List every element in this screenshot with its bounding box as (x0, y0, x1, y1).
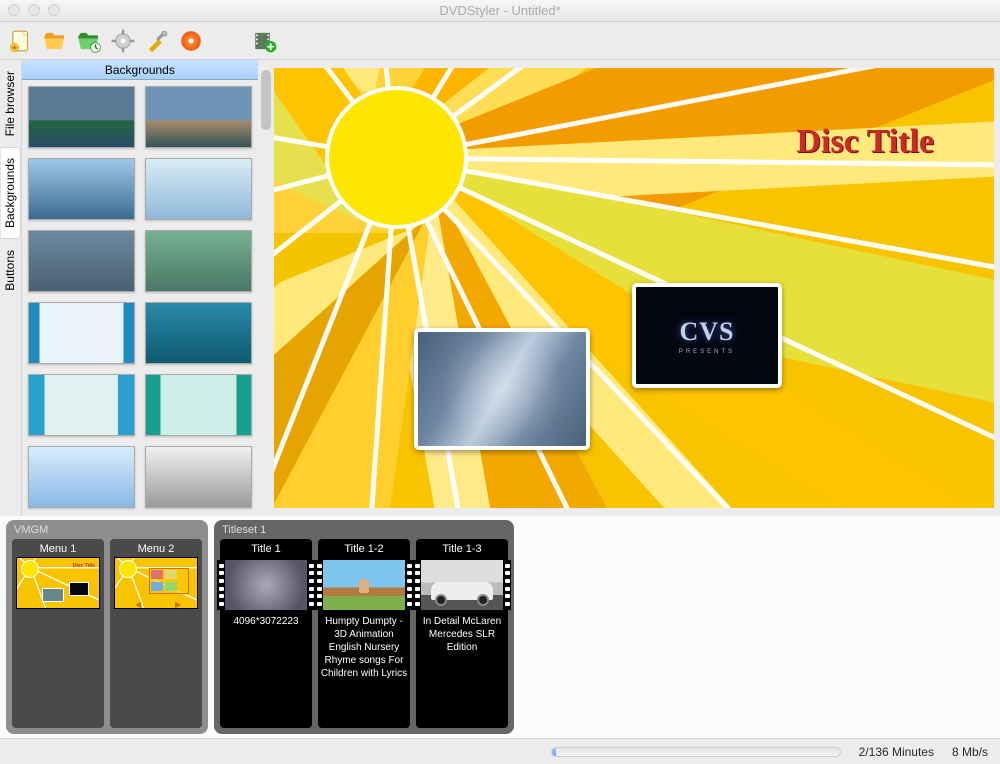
main-toolbar (0, 22, 1000, 60)
background-thumb[interactable] (145, 86, 252, 148)
background-thumb[interactable] (28, 86, 135, 148)
disc-usage-progress (551, 747, 841, 757)
tools-button[interactable] (142, 26, 172, 56)
tab-file-browser[interactable]: File browser (0, 60, 21, 147)
background-thumbnails (22, 80, 258, 516)
window-titlebar: DVDStyler - Untitled* (0, 0, 1000, 22)
title-card-1-caption: 4096*3072223 (231, 611, 300, 632)
title-card-1[interactable]: Title 1 4096*3072223 (220, 539, 312, 728)
menu-card-1-preview: Disc Title (16, 557, 100, 609)
browser-header: Backgrounds (22, 60, 258, 80)
menu-card-2-preview: ◀ ▶ (114, 557, 198, 609)
disc-title-text[interactable]: Disc Title (796, 123, 934, 161)
sun-shape (329, 90, 464, 225)
title-card-2-caption: Humpty Dumpty - 3D Animation English Nur… (318, 611, 410, 684)
add-clip-button[interactable] (250, 26, 280, 56)
menu-thumb-2[interactable]: CVS PRESENTS (632, 283, 782, 388)
burn-disc-button[interactable] (176, 26, 206, 56)
menu-card-1-label: Menu 1 (40, 543, 77, 555)
title-card-2[interactable]: Title 1-2 Humpty Dumpty - 3D Animation E… (318, 539, 410, 728)
close-icon[interactable] (8, 4, 20, 16)
title-card-2-preview (322, 559, 406, 611)
backgrounds-browser: Backgrounds (22, 60, 258, 516)
title-card-1-label: Title 1 (251, 543, 281, 555)
background-thumb[interactable] (28, 446, 135, 508)
window-controls[interactable] (8, 4, 60, 16)
new-file-button[interactable] (6, 26, 36, 56)
menu-card-1[interactable]: Menu 1 Disc Title (12, 539, 104, 728)
tab-backgrounds[interactable]: Backgrounds (0, 147, 21, 239)
status-minutes: 2/136 Minutes (859, 745, 934, 759)
cvs-logo-text: CVS (679, 317, 734, 347)
status-bitrate: 8 Mb/s (952, 745, 988, 759)
menu-thumb-1[interactable] (414, 328, 590, 450)
background-thumb[interactable] (28, 374, 135, 436)
title-card-3-label: Title 1-3 (442, 543, 481, 555)
background-thumb[interactable] (145, 230, 252, 292)
vmgm-group[interactable]: VMGM Menu 1 Disc Title Menu 2 (6, 520, 208, 734)
vmgm-label: VMGM (12, 524, 202, 539)
scrollbar-thumb[interactable] (261, 70, 271, 130)
side-tab-strip: File browser Backgrounds Buttons (0, 60, 22, 516)
status-bar: 2/136 Minutes 8 Mb/s (0, 738, 1000, 764)
window-title: DVDStyler - Untitled* (439, 3, 560, 18)
timeline-strip: VMGM Menu 1 Disc Title Menu 2 (0, 516, 1000, 738)
minimize-icon[interactable] (28, 4, 40, 16)
titleset-group[interactable]: Titleset 1 Title 1 4096*3072223 Title 1-… (214, 520, 514, 734)
browser-scrollbar[interactable] (258, 60, 274, 516)
open-folder-button[interactable] (40, 26, 70, 56)
menu-card-2[interactable]: Menu 2 ◀ ▶ (110, 539, 202, 728)
titleset-label: Titleset 1 (220, 524, 508, 539)
background-thumb[interactable] (145, 158, 252, 220)
background-thumb[interactable] (28, 158, 135, 220)
progress-fill (552, 748, 556, 756)
background-thumb[interactable] (28, 230, 135, 292)
title-card-2-label: Title 1-2 (344, 543, 383, 555)
zoom-icon[interactable] (48, 4, 60, 16)
tab-buttons[interactable]: Buttons (0, 239, 21, 302)
title-card-3[interactable]: Title 1-3 In Detail McLaren Mercedes SLR… (416, 539, 508, 728)
settings-gear-button[interactable] (108, 26, 138, 56)
cvs-subtitle: PRESENTS (679, 349, 735, 355)
background-thumb[interactable] (145, 446, 252, 508)
menu-card-2-label: Menu 2 (138, 543, 175, 555)
background-thumb[interactable] (145, 302, 252, 364)
title-card-3-caption: In Detail McLaren Mercedes SLR Edition (416, 611, 508, 658)
menu-canvas[interactable]: Disc Title CVS PRESENTS (274, 68, 994, 508)
save-button[interactable] (74, 26, 104, 56)
background-thumb[interactable] (28, 302, 135, 364)
background-thumb[interactable] (145, 374, 252, 436)
title-card-3-preview (420, 559, 504, 611)
title-card-1-preview (224, 559, 308, 611)
